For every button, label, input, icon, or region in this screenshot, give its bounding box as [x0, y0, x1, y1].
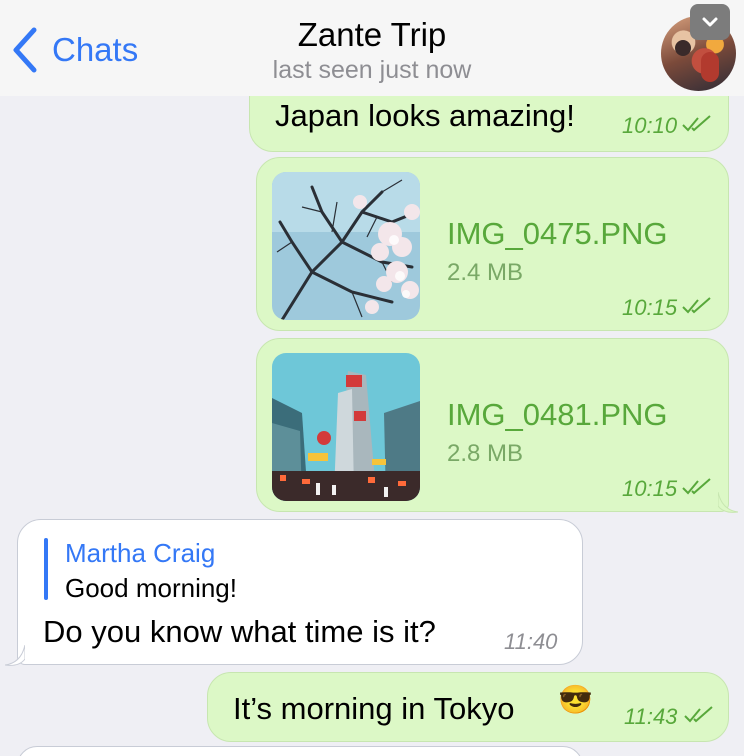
message-time: 10:10: [622, 113, 678, 138]
message-bubble-outgoing[interactable]: It’s morning in Tokyo 😎 11:43: [207, 672, 729, 742]
reply-author[interactable]: Martha Craig: [65, 538, 215, 569]
file-name: IMG_0475.PNG: [447, 216, 668, 251]
reply-quote-bar: [44, 538, 48, 600]
message-text: Japan looks amazing!: [275, 98, 575, 133]
bubble-tail: [5, 645, 25, 666]
file-message-bubble[interactable]: IMG_0475.PNG 2.4 MB 10:15: [256, 157, 729, 331]
message-text: Do you know what time is it?: [43, 614, 436, 649]
image-thumbnail[interactable]: [272, 172, 420, 320]
double-check-icon: [682, 478, 711, 495]
reply-text: Good morning!: [65, 573, 237, 603]
file-message-bubble[interactable]: IMG_0481.PNG 2.8 MB 10:15: [256, 338, 729, 512]
menu-button[interactable]: [690, 4, 730, 40]
chevron-down-icon: [702, 17, 718, 27]
double-check-icon: [682, 115, 711, 132]
chat-header: Chats Zante Trip last seen just now: [0, 0, 744, 96]
file-name: IMG_0481.PNG: [447, 397, 668, 432]
message-time: 10:15: [622, 295, 678, 320]
last-seen-status: last seen just now: [272, 56, 472, 84]
image-thumbnail[interactable]: [272, 353, 420, 501]
message-time: 10:15: [622, 476, 678, 501]
message-bubble-incoming[interactable]: [17, 746, 583, 756]
file-size: 2.8 MB: [447, 440, 524, 467]
double-check-icon: [684, 706, 713, 723]
message-bubble-incoming[interactable]: Martha Craig Good morning! Do you know w…: [17, 519, 583, 665]
file-size: 2.4 MB: [447, 259, 524, 286]
bubble-tail: [718, 492, 738, 513]
double-check-icon: [682, 297, 711, 314]
emoji: 😎: [558, 684, 593, 715]
chat-title[interactable]: Zante Trip: [0, 16, 744, 54]
message-time: 11:43: [624, 704, 678, 729]
message-time: 11:40: [504, 629, 558, 654]
message-text: It’s morning in Tokyo: [233, 691, 515, 726]
